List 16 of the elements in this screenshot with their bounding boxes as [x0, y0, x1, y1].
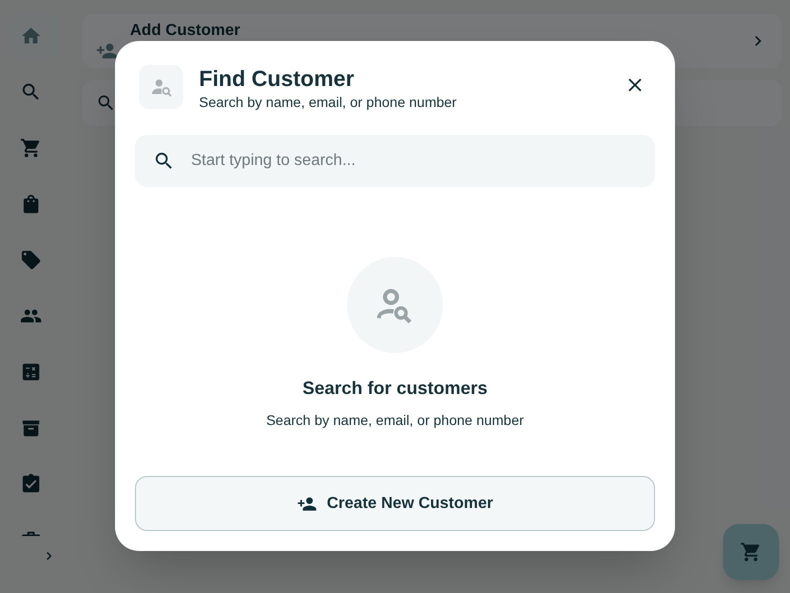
clipboard-check-icon [20, 473, 42, 495]
person-search-icon [347, 257, 443, 353]
tag-icon [20, 249, 42, 271]
empty-state-text: Search by name, email, or phone number [266, 411, 524, 430]
dialog-subtitle: Search by name, email, or phone number [199, 93, 457, 111]
cart-icon [20, 137, 42, 159]
calculator-icon [20, 361, 42, 383]
search-field[interactable]: Start typing to search... [135, 135, 655, 187]
search-icon [96, 93, 116, 113]
card-title: Add Customer [130, 21, 240, 41]
person-search-icon [139, 65, 183, 109]
cart-button[interactable] [723, 524, 779, 580]
cart-icon [740, 541, 762, 563]
empty-state-title: Search for customers [302, 377, 488, 400]
create-customer-button[interactable]: Create New Customer [135, 476, 655, 531]
dialog-title: Find Customer [199, 65, 356, 93]
